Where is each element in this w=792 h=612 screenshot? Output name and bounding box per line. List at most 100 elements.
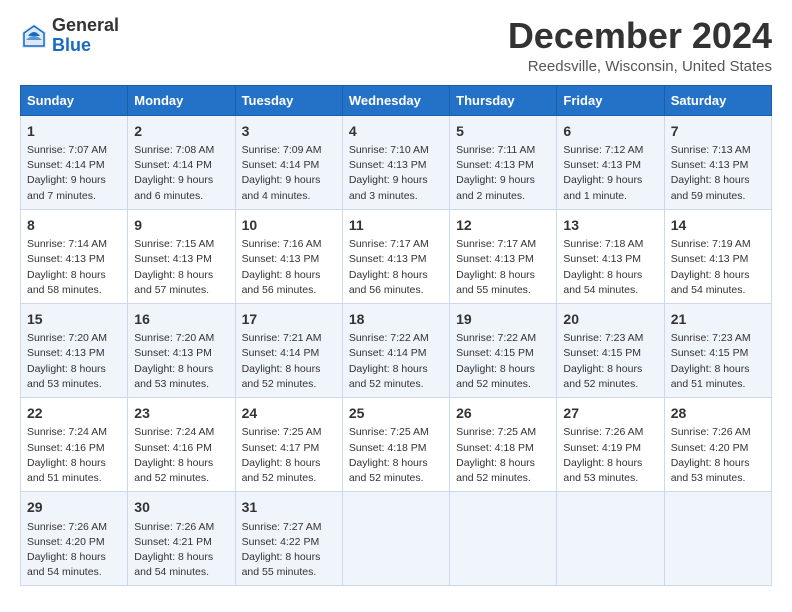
daylight: Daylight: 9 hours and 2 minutes. xyxy=(456,174,535,201)
daylight: Daylight: 8 hours and 53 minutes. xyxy=(134,363,213,390)
logo-blue: Blue xyxy=(52,36,119,56)
col-friday: Friday xyxy=(557,85,664,115)
sunset: Sunset: 4:14 PM xyxy=(349,347,427,359)
logo-text: General Blue xyxy=(52,16,119,56)
sunrise: Sunrise: 7:26 AM xyxy=(563,426,643,438)
calendar-cell: 18 Sunrise: 7:22 AM Sunset: 4:14 PM Dayligh… xyxy=(342,303,449,397)
sunrise: Sunrise: 7:17 AM xyxy=(456,238,536,250)
calendar-cell: 30Sunrise: 7:26 AMSunset: 4:21 PMDayligh… xyxy=(128,492,235,586)
daylight: Daylight: 8 hours and 51 minutes. xyxy=(671,363,750,390)
col-monday: Monday xyxy=(128,85,235,115)
sunset: Sunset: 4:15 PM xyxy=(671,347,749,359)
subtitle: Reedsville, Wisconsin, United States xyxy=(508,58,772,75)
calendar-cell xyxy=(342,492,449,586)
sunset: Sunset: 4:13 PM xyxy=(671,253,749,265)
day-number: 11 xyxy=(349,215,443,235)
calendar-cell: 15Sunrise: 7:20 AMSunset: 4:13 PMDayligh… xyxy=(21,303,128,397)
daylight: Daylight: 8 hours and 52 minutes. xyxy=(242,363,321,390)
sunset: Sunset: 4:20 PM xyxy=(27,536,105,548)
sunrise: Sunrise: 7:07 AM xyxy=(27,144,107,156)
col-thursday: Thursday xyxy=(450,85,557,115)
sunrise: Sunrise: 7:14 AM xyxy=(27,238,107,250)
day-number: 17 xyxy=(242,309,336,329)
calendar-cell xyxy=(664,492,771,586)
day-number: 15 xyxy=(27,309,121,329)
calendar-cell: 19Sunrise: 7:22 AMSunset: 4:15 PMDayligh… xyxy=(450,303,557,397)
day-number: 22 xyxy=(27,403,121,423)
daylight: Daylight: 8 hours and 54 minutes. xyxy=(671,269,750,296)
calendar-cell: 22Sunrise: 7:24 AMSunset: 4:16 PMDayligh… xyxy=(21,398,128,492)
col-wednesday: Wednesday xyxy=(342,85,449,115)
daylight: Daylight: 8 hours and 56 minutes. xyxy=(349,269,428,296)
sunset: Sunset: 4:18 PM xyxy=(349,442,427,454)
daylight: Daylight: 9 hours and 3 minutes. xyxy=(349,174,428,201)
calendar-cell: 8 Sunrise: 7:14 AM Sunset: 4:13 PM Daylight… xyxy=(21,209,128,303)
day-number: 14 xyxy=(671,215,765,235)
day-number: 2 xyxy=(134,121,228,141)
sunset: Sunset: 4:14 PM xyxy=(134,159,212,171)
day-number: 10 xyxy=(242,215,336,235)
sunrise: Sunrise: 7:26 AM xyxy=(671,426,751,438)
daylight: Daylight: 8 hours and 54 minutes. xyxy=(27,551,106,578)
col-tuesday: Tuesday xyxy=(235,85,342,115)
daylight: Daylight: 8 hours and 58 minutes. xyxy=(27,269,106,296)
sunrise: Sunrise: 7:25 AM xyxy=(349,426,429,438)
sunset: Sunset: 4:13 PM xyxy=(349,253,427,265)
calendar-cell xyxy=(557,492,664,586)
daylight: Daylight: 9 hours and 7 minutes. xyxy=(27,174,106,201)
daylight: Daylight: 8 hours and 51 minutes. xyxy=(27,457,106,484)
calendar-cell: 24Sunrise: 7:25 AMSunset: 4:17 PMDayligh… xyxy=(235,398,342,492)
sunrise: Sunrise: 7:24 AM xyxy=(27,426,107,438)
sunset: Sunset: 4:13 PM xyxy=(456,253,534,265)
day-number: 31 xyxy=(242,497,336,517)
sunset: Sunset: 4:13 PM xyxy=(27,253,105,265)
day-number: 8 xyxy=(27,215,121,235)
sunrise: Sunrise: 7:22 AM xyxy=(349,332,429,344)
calendar-cell: 10Sunrise: 7:16 AMSunset: 4:13 PMDayligh… xyxy=(235,209,342,303)
day-number: 21 xyxy=(671,309,765,329)
day-number: 7 xyxy=(671,121,765,141)
sunset: Sunset: 4:21 PM xyxy=(134,536,212,548)
calendar-cell: 12Sunrise: 7:17 AMSunset: 4:13 PMDayligh… xyxy=(450,209,557,303)
calendar-week-5: 29Sunrise: 7:26 AMSunset: 4:20 PMDayligh… xyxy=(21,492,772,586)
daylight: Daylight: 9 hours and 6 minutes. xyxy=(134,174,213,201)
calendar-week-4: 22Sunrise: 7:24 AMSunset: 4:16 PMDayligh… xyxy=(21,398,772,492)
daylight: Daylight: 8 hours and 54 minutes. xyxy=(563,269,642,296)
logo: General Blue xyxy=(20,16,119,56)
calendar-table: Sunday Monday Tuesday Wednesday Thursday… xyxy=(20,85,772,587)
day-number: 26 xyxy=(456,403,550,423)
daylight: Daylight: 8 hours and 52 minutes. xyxy=(456,363,535,390)
sunset: Sunset: 4:13 PM xyxy=(563,159,641,171)
logo-general: General xyxy=(52,16,119,36)
daylight: Daylight: 8 hours and 55 minutes. xyxy=(456,269,535,296)
daylight: Daylight: 8 hours and 52 minutes. xyxy=(456,457,535,484)
sunrise: Sunrise: 7:13 AM xyxy=(671,144,751,156)
day-number: 18 xyxy=(349,309,443,329)
sunrise: Sunrise: 7:18 AM xyxy=(563,238,643,250)
sunset: Sunset: 4:19 PM xyxy=(563,442,641,454)
header-row: Sunday Monday Tuesday Wednesday Thursday… xyxy=(21,85,772,115)
sunset: Sunset: 4:13 PM xyxy=(27,347,105,359)
calendar-cell: 2Sunrise: 7:08 AMSunset: 4:14 PMDaylight… xyxy=(128,115,235,209)
sunrise: Sunrise: 7:20 AM xyxy=(27,332,107,344)
calendar-cell: 6Sunrise: 7:12 AMSunset: 4:13 PMDaylight… xyxy=(557,115,664,209)
sunset: Sunset: 4:18 PM xyxy=(456,442,534,454)
calendar-cell: 9Sunrise: 7:15 AMSunset: 4:13 PMDaylight… xyxy=(128,209,235,303)
day-number: 23 xyxy=(134,403,228,423)
calendar-cell: 23Sunrise: 7:24 AMSunset: 4:16 PMDayligh… xyxy=(128,398,235,492)
calendar-cell: 25Sunrise: 7:25 AMSunset: 4:18 PMDayligh… xyxy=(342,398,449,492)
sunset: Sunset: 4:22 PM xyxy=(242,536,320,548)
sunset: Sunset: 4:14 PM xyxy=(27,159,105,171)
daylight: Daylight: 8 hours and 52 minutes. xyxy=(563,363,642,390)
sunset: Sunset: 4:15 PM xyxy=(563,347,641,359)
daylight: Daylight: 8 hours and 52 minutes. xyxy=(349,363,428,390)
sunset: Sunset: 4:14 PM xyxy=(242,159,320,171)
calendar-week-3: 15 Sunrise: 7:20 AM Sunset: 4:13 PM Dayligh… xyxy=(21,303,772,397)
calendar-cell: 27Sunrise: 7:26 AMSunset: 4:19 PMDayligh… xyxy=(557,398,664,492)
header: General Blue December 2024 Reedsville, W… xyxy=(20,16,772,75)
sunset: Sunset: 4:13 PM xyxy=(349,159,427,171)
logo-icon xyxy=(20,22,48,50)
daylight: Daylight: 8 hours and 56 minutes. xyxy=(242,269,321,296)
col-saturday: Saturday xyxy=(664,85,771,115)
daylight: Daylight: 8 hours and 54 minutes. xyxy=(134,551,213,578)
